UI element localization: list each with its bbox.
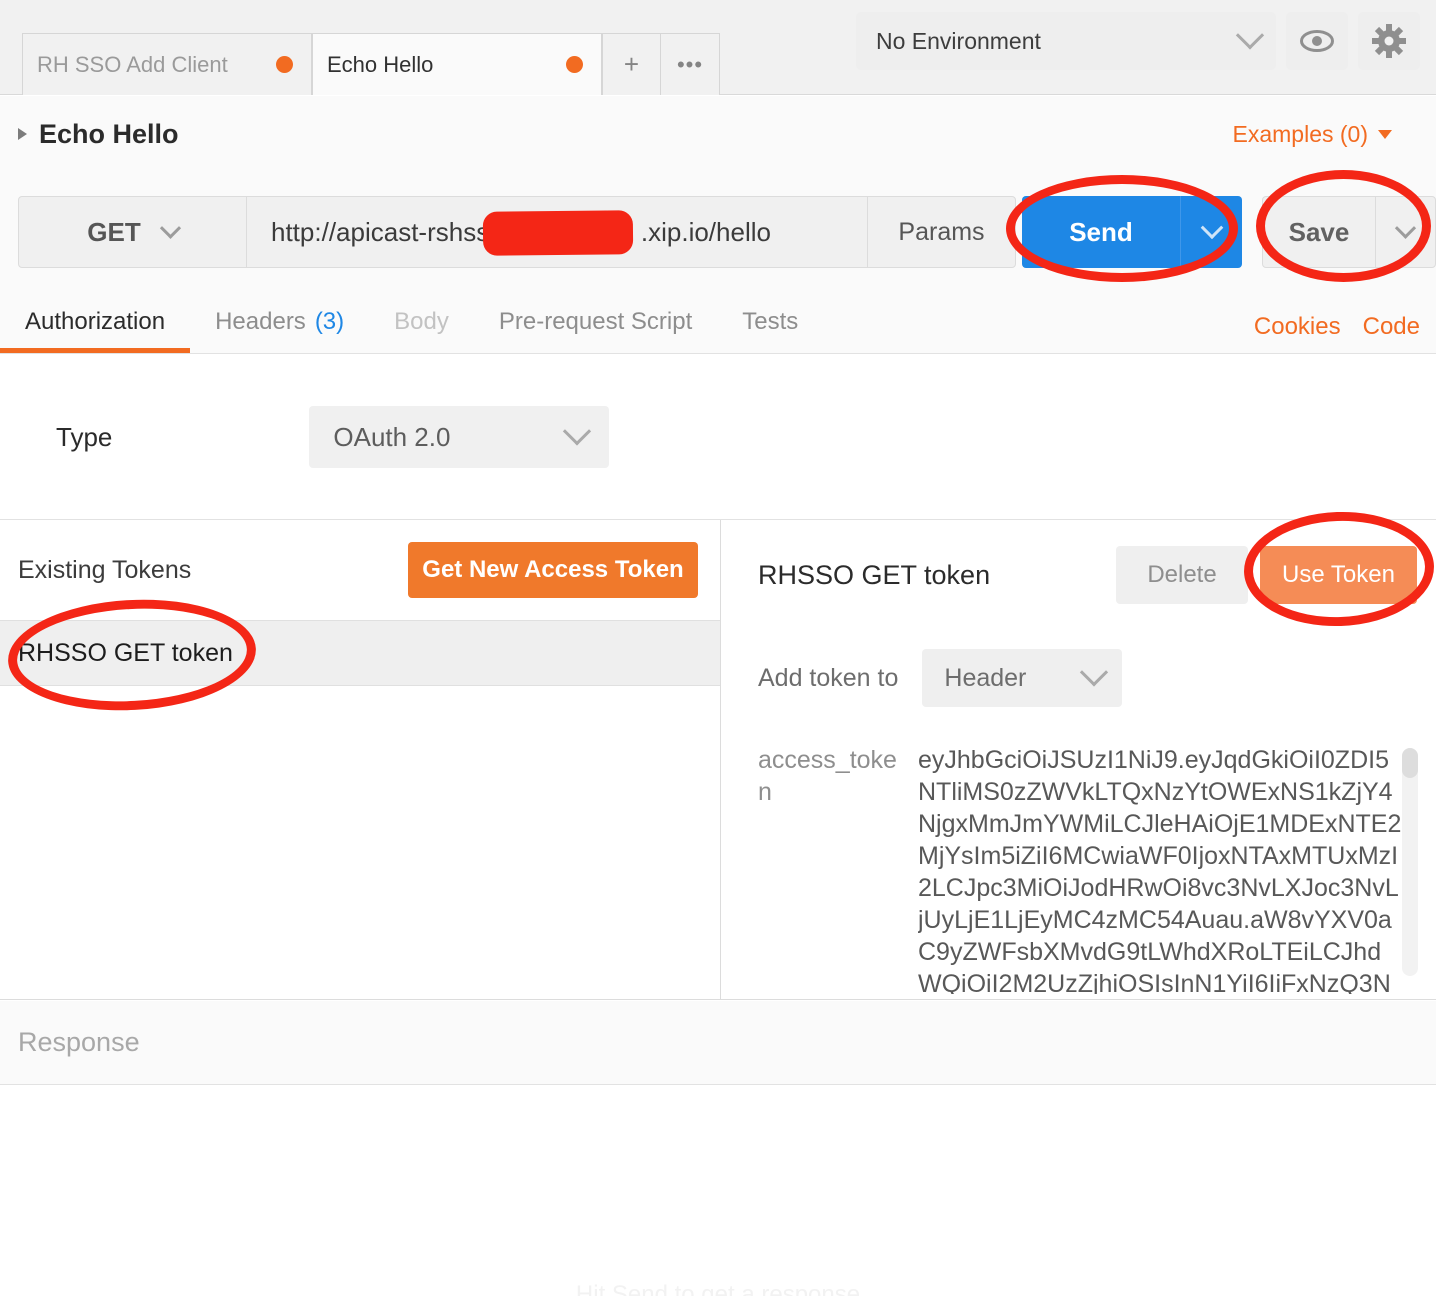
get-new-access-token-button[interactable]: Get New Access Token: [408, 542, 698, 598]
response-placeholder: Hit Send to get a response: [575, 1281, 861, 1296]
request-section-tabs: Authorization Headers (3) Body Pre-reque…: [0, 292, 1436, 354]
chevron-down-icon: [1394, 217, 1417, 239]
existing-tokens-header: Existing Tokens Get New Access Token: [0, 520, 720, 620]
auth-type-row: Type OAuth 2.0: [0, 355, 1436, 520]
existing-tokens-label: Existing Tokens: [18, 555, 192, 584]
http-method-selector[interactable]: GET: [19, 197, 247, 267]
access-token-value[interactable]: eyJhbGciOiJSUzI1NiJ9.eyJqdGkiOiI0ZDI5NTl…: [918, 744, 1403, 994]
token-detail-header: RHSSO GET token Delete Use Token: [722, 520, 1436, 630]
save-button[interactable]: Save: [1263, 197, 1375, 267]
window-tab-echo-hello[interactable]: Echo Hello: [312, 33, 602, 95]
auth-type-value: OAuth 2.0: [333, 421, 451, 452]
url-input[interactable]: http://apicast-rshsso.xxxxxxxxxx.xip.io/…: [247, 197, 867, 267]
cookies-link[interactable]: Cookies: [1254, 313, 1341, 341]
params-label: Params: [898, 217, 985, 246]
examples-dropdown[interactable]: Examples (0): [1233, 121, 1392, 148]
tab-tests[interactable]: Tests: [717, 291, 823, 353]
request-tab-strip: RH SSO Add Client Echo Hello + •••: [22, 33, 720, 95]
tab-label: Tests: [742, 308, 799, 335]
tab-authorization[interactable]: Authorization: [0, 291, 191, 353]
headers-count: (3): [314, 308, 345, 335]
list-item[interactable]: RHSSO GET token: [0, 620, 720, 686]
page-title: Echo Hello: [39, 118, 179, 149]
tab-headers[interactable]: Headers (3): [190, 291, 369, 353]
auth-type-selector[interactable]: OAuth 2.0: [309, 406, 610, 468]
response-label: Response: [18, 1027, 140, 1057]
tab-label: Authorization: [25, 308, 166, 335]
add-token-to-label: Add token to: [758, 663, 899, 692]
params-button[interactable]: Params: [867, 197, 1015, 267]
chevron-down-icon: [1200, 216, 1223, 240]
tab-actions: + •••: [602, 33, 720, 95]
window-tab-bar: RH SSO Add Client Echo Hello + ••• No En…: [0, 0, 1436, 95]
send-group: Send: [1022, 196, 1242, 268]
environment-name: No Environment: [876, 27, 1041, 54]
tab-label: Pre-request Script: [498, 308, 693, 335]
environment-quick-look-button[interactable]: [1286, 12, 1348, 70]
more-tabs-button[interactable]: •••: [661, 34, 719, 95]
token-scrollbar-thumb[interactable]: [1402, 748, 1418, 778]
gear-icon: [1372, 24, 1406, 58]
save-group: Save: [1262, 196, 1436, 268]
unsaved-dot-icon: [566, 56, 583, 73]
tab-label: Headers: [215, 308, 306, 335]
unsaved-dot-icon: [276, 56, 293, 73]
oauth2-token-manager: Existing Tokens Get New Access Token RHS…: [0, 520, 1436, 1000]
token-name: RHSSO GET token: [758, 559, 991, 590]
redaction-mark: [482, 210, 634, 256]
access-token-field: access_token eyJhbGciOiJSUzI1NiJ9.eyJqdG…: [722, 744, 1436, 994]
send-button[interactable]: Send: [1022, 196, 1180, 268]
add-token-to-selector[interactable]: Header: [922, 649, 1123, 707]
environment-selector[interactable]: No Environment: [856, 12, 1276, 70]
response-header: Response: [0, 1001, 1436, 1085]
chevron-down-icon: [1235, 21, 1265, 50]
add-tab-button[interactable]: +: [603, 34, 661, 95]
url-group: GET http://apicast-rshsso.xxxxxxxxxx.xip…: [18, 196, 1016, 268]
chevron-down-icon: [1378, 129, 1392, 139]
save-options-button[interactable]: [1375, 197, 1435, 267]
caret-right-icon[interactable]: [18, 128, 27, 140]
chevron-down-icon: [159, 217, 181, 239]
delete-token-button[interactable]: Delete: [1116, 546, 1248, 604]
send-options-button[interactable]: [1180, 196, 1242, 268]
response-body: Hit Send to get a response: [0, 1085, 1436, 1296]
use-token-button[interactable]: Use Token: [1260, 546, 1417, 604]
request-utility-links: Cookies Code: [1254, 313, 1420, 353]
chevron-down-icon: [563, 417, 592, 446]
tab-body[interactable]: Body: [369, 291, 474, 353]
tab-label: RH SSO Add Client: [37, 51, 228, 77]
chevron-down-icon: [1080, 658, 1109, 687]
token-scrollbar[interactable]: [1402, 748, 1418, 976]
access-token-key: access_token: [758, 746, 897, 806]
request-title-row: Echo Hello Examples (0): [0, 96, 1436, 172]
add-token-to-value: Header: [944, 663, 1027, 692]
existing-tokens-panel: Existing Tokens Get New Access Token RHS…: [0, 520, 721, 1000]
tab-label: Body: [394, 308, 449, 335]
tab-pre-request-script[interactable]: Pre-request Script: [474, 291, 717, 353]
eye-icon: [1300, 30, 1334, 52]
environment-controls: No Environment: [856, 12, 1420, 70]
auth-type-label: Type: [56, 421, 113, 452]
window-tab-rh-sso-add-client[interactable]: RH SSO Add Client: [22, 33, 312, 95]
token-detail-panel: RHSSO GET token Delete Use Token Add tok…: [722, 520, 1436, 1000]
http-method-label: GET: [87, 216, 141, 247]
examples-label: Examples (0): [1232, 120, 1368, 147]
add-token-to-row: Add token to Header: [722, 630, 1436, 726]
code-link[interactable]: Code: [1363, 313, 1420, 341]
tab-label: Echo Hello: [327, 51, 434, 77]
settings-button[interactable]: [1358, 12, 1420, 70]
postman-window: RH SSO Add Client Echo Hello + ••• No En…: [0, 0, 1436, 1296]
